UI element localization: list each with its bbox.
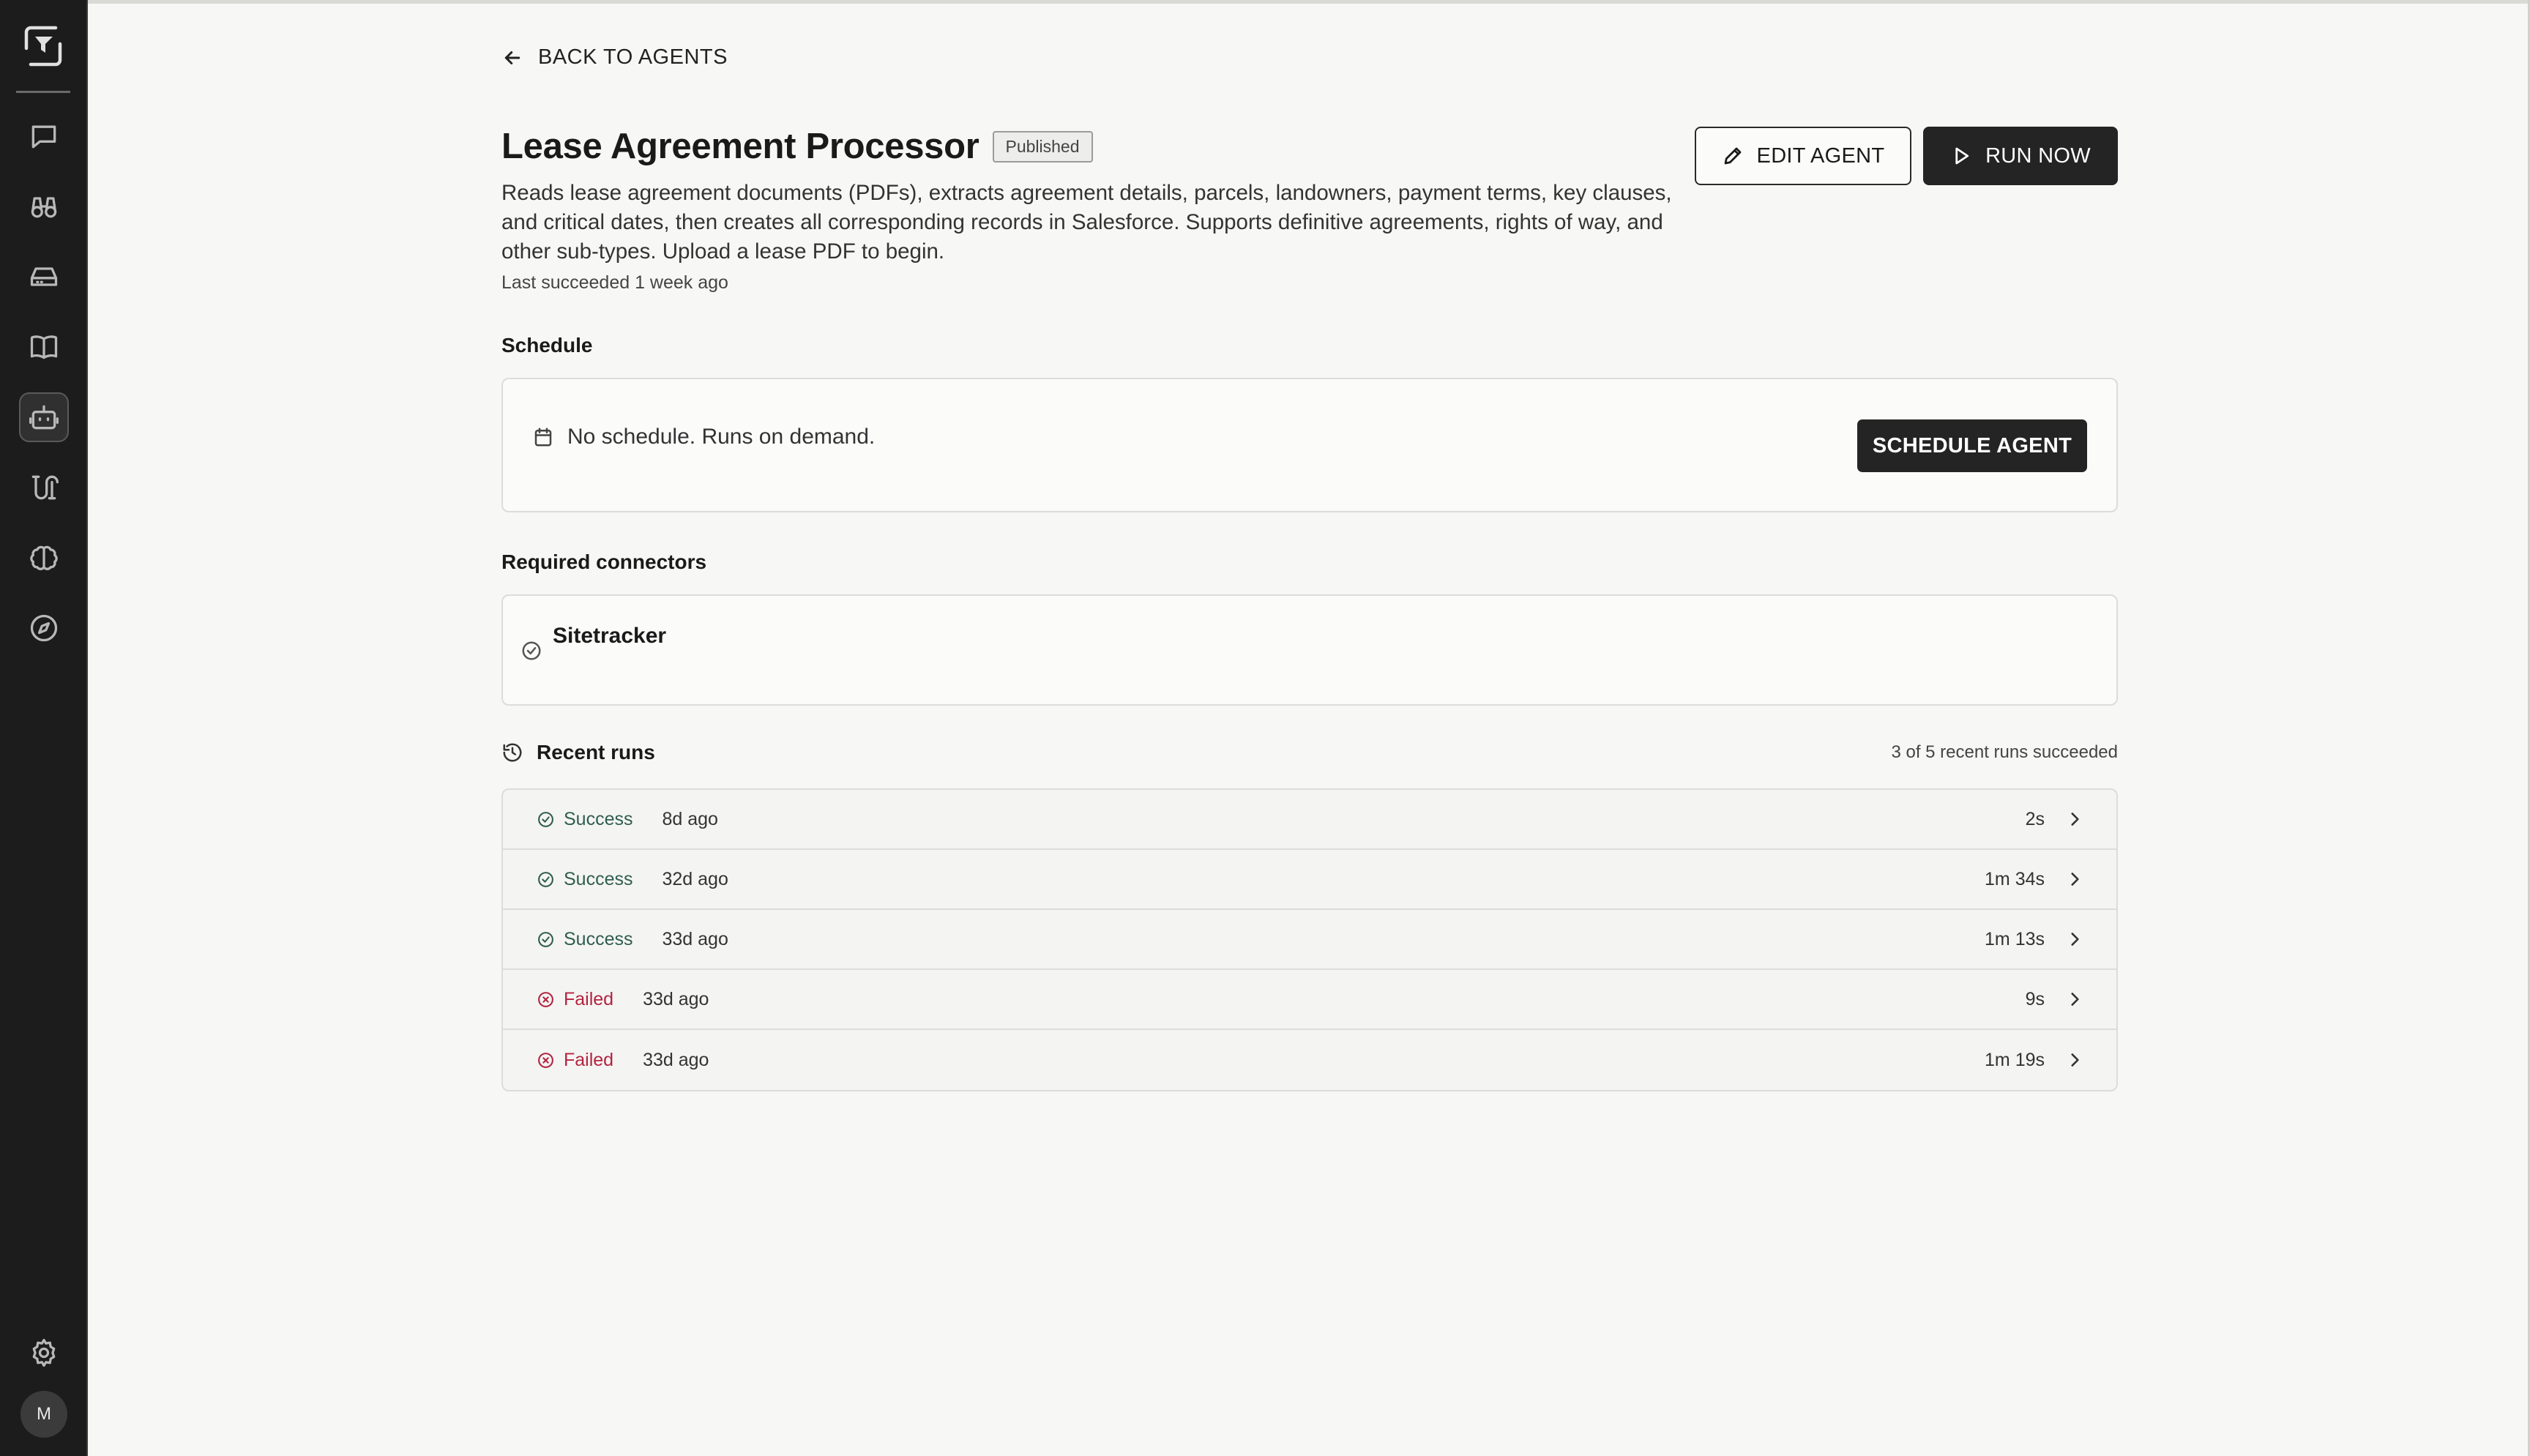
binoculars-icon (31, 197, 57, 218)
chevron-right-icon (2071, 933, 2079, 946)
run-time-ago: 8d ago (662, 808, 718, 829)
run-status-label: Failed (564, 988, 614, 1009)
page-title: Lease Agreement Processor (501, 127, 979, 166)
run-now-button[interactable]: RUN NOW (1923, 127, 2118, 185)
agent-description: Reads lease agreement documents (PDFs), … (501, 181, 1672, 264)
arrow-left-icon (504, 51, 520, 64)
runs-list: Success 8d ago 2s Success 32d ago 1m 34s Succe… (501, 788, 2118, 1091)
sidebar-divider (16, 91, 70, 93)
edit-agent-button[interactable]: EDIT AGENT (1695, 127, 1911, 185)
run-status: Failed (537, 989, 613, 1010)
run-status-label: Success (564, 928, 633, 949)
run-status: Success (537, 809, 632, 830)
schedule-text: No schedule. Runs on demand. (567, 425, 876, 449)
run-row[interactable]: Success 32d ago 1m 34s (503, 850, 2116, 910)
sidebar-item-library[interactable] (19, 322, 69, 372)
run-row[interactable]: Failed 33d ago 9s (503, 970, 2116, 1030)
run-status-label: Failed (564, 1049, 614, 1070)
check-circle-icon (538, 871, 553, 887)
run-duration: 9s (2025, 988, 2045, 1009)
runs-summary: 3 of 5 recent runs succeeded (1891, 742, 2118, 762)
schedule-status: No schedule. Runs on demand. (532, 425, 875, 449)
run-status: Success (537, 929, 632, 950)
run-now-label: RUN NOW (1985, 143, 2091, 168)
title-row: Lease Agreement Processor Published (501, 126, 1093, 167)
run-status: Failed (537, 1050, 613, 1071)
run-time-ago: 33d ago (662, 928, 728, 949)
connector-item: Sitetracker (520, 624, 666, 662)
run-status: Success (537, 869, 632, 890)
recent-runs-title: Recent runs (501, 741, 655, 764)
recent-runs-header: Recent runs 3 of 5 recent runs succeeded (501, 741, 2118, 764)
chevron-right-icon (2071, 813, 2079, 826)
chevron-right-icon (2071, 993, 2079, 1006)
schedule-agent-button[interactable]: SCHEDULE AGENT (1857, 419, 2087, 472)
run-time-ago: 32d ago (662, 868, 728, 889)
calendar-icon (534, 428, 552, 447)
run-time-ago: 33d ago (643, 988, 709, 1009)
x-circle-icon (538, 991, 553, 1007)
sidebar-item-discover[interactable] (19, 603, 69, 653)
check-circle-icon (538, 811, 553, 827)
run-row[interactable]: Failed 33d ago 1m 19s (503, 1030, 2116, 1090)
app-logo-icon[interactable] (16, 19, 70, 73)
schedule-heading: Schedule (501, 334, 593, 356)
run-duration: 1m 13s (1985, 928, 2045, 949)
chevron-right-icon (2071, 873, 2079, 886)
connectors-heading: Required connectors (501, 550, 707, 573)
compass-icon (30, 614, 58, 642)
brain-icon (30, 545, 58, 570)
edit-agent-label: EDIT AGENT (1756, 143, 1885, 168)
pencil-icon (1724, 147, 1741, 165)
chat-icon (31, 125, 56, 149)
bot-icon (29, 405, 59, 430)
sidebar-item-settings[interactable] (19, 1328, 69, 1378)
workflow-icon (31, 475, 59, 500)
schedule-card: No schedule. Runs on demand. SCHEDULE AG… (501, 378, 2118, 512)
back-label: BACK TO AGENTS (538, 45, 728, 69)
book-icon (30, 335, 58, 359)
play-icon (1955, 147, 1969, 165)
run-duration: 1m 34s (1985, 868, 2045, 889)
sidebar-item-explore[interactable] (19, 182, 69, 231)
sidebar-item-chat[interactable] (19, 111, 69, 161)
connectors-card: Sitetracker (501, 594, 2118, 706)
run-time-ago: 33d ago (643, 1049, 709, 1070)
history-icon (503, 743, 522, 762)
sidebar-item-inbox[interactable] (19, 252, 69, 302)
check-circle-icon (538, 931, 553, 947)
connector-name: Sitetracker (553, 624, 667, 648)
recent-runs-label: Recent runs (537, 741, 655, 764)
run-duration: 2s (2025, 808, 2045, 829)
x-circle-icon (538, 1052, 553, 1068)
sidebar: M (0, 0, 88, 1456)
avatar[interactable]: M (20, 1391, 67, 1438)
run-status-label: Success (564, 808, 633, 829)
sidebar-item-workflows[interactable] (19, 463, 69, 512)
last-succeeded-text: Last succeeded 1 week ago (501, 272, 728, 293)
run-status-label: Success (564, 868, 633, 889)
check-circle-icon (522, 641, 541, 660)
sidebar-item-brain[interactable] (19, 533, 69, 583)
back-to-agents-link[interactable]: BACK TO AGENTS (501, 45, 728, 70)
window-top-border (0, 0, 2530, 4)
run-row[interactable]: Success 33d ago 1m 13s (503, 910, 2116, 970)
chevron-right-icon (2071, 1053, 2079, 1067)
status-badge: Published (992, 130, 1093, 163)
sidebar-item-agents[interactable] (19, 392, 69, 442)
inbox-icon (30, 267, 58, 286)
gear-icon (32, 1338, 56, 1367)
run-row[interactable]: Success 8d ago 2s (503, 790, 2116, 850)
run-duration: 1m 19s (1985, 1049, 2045, 1070)
